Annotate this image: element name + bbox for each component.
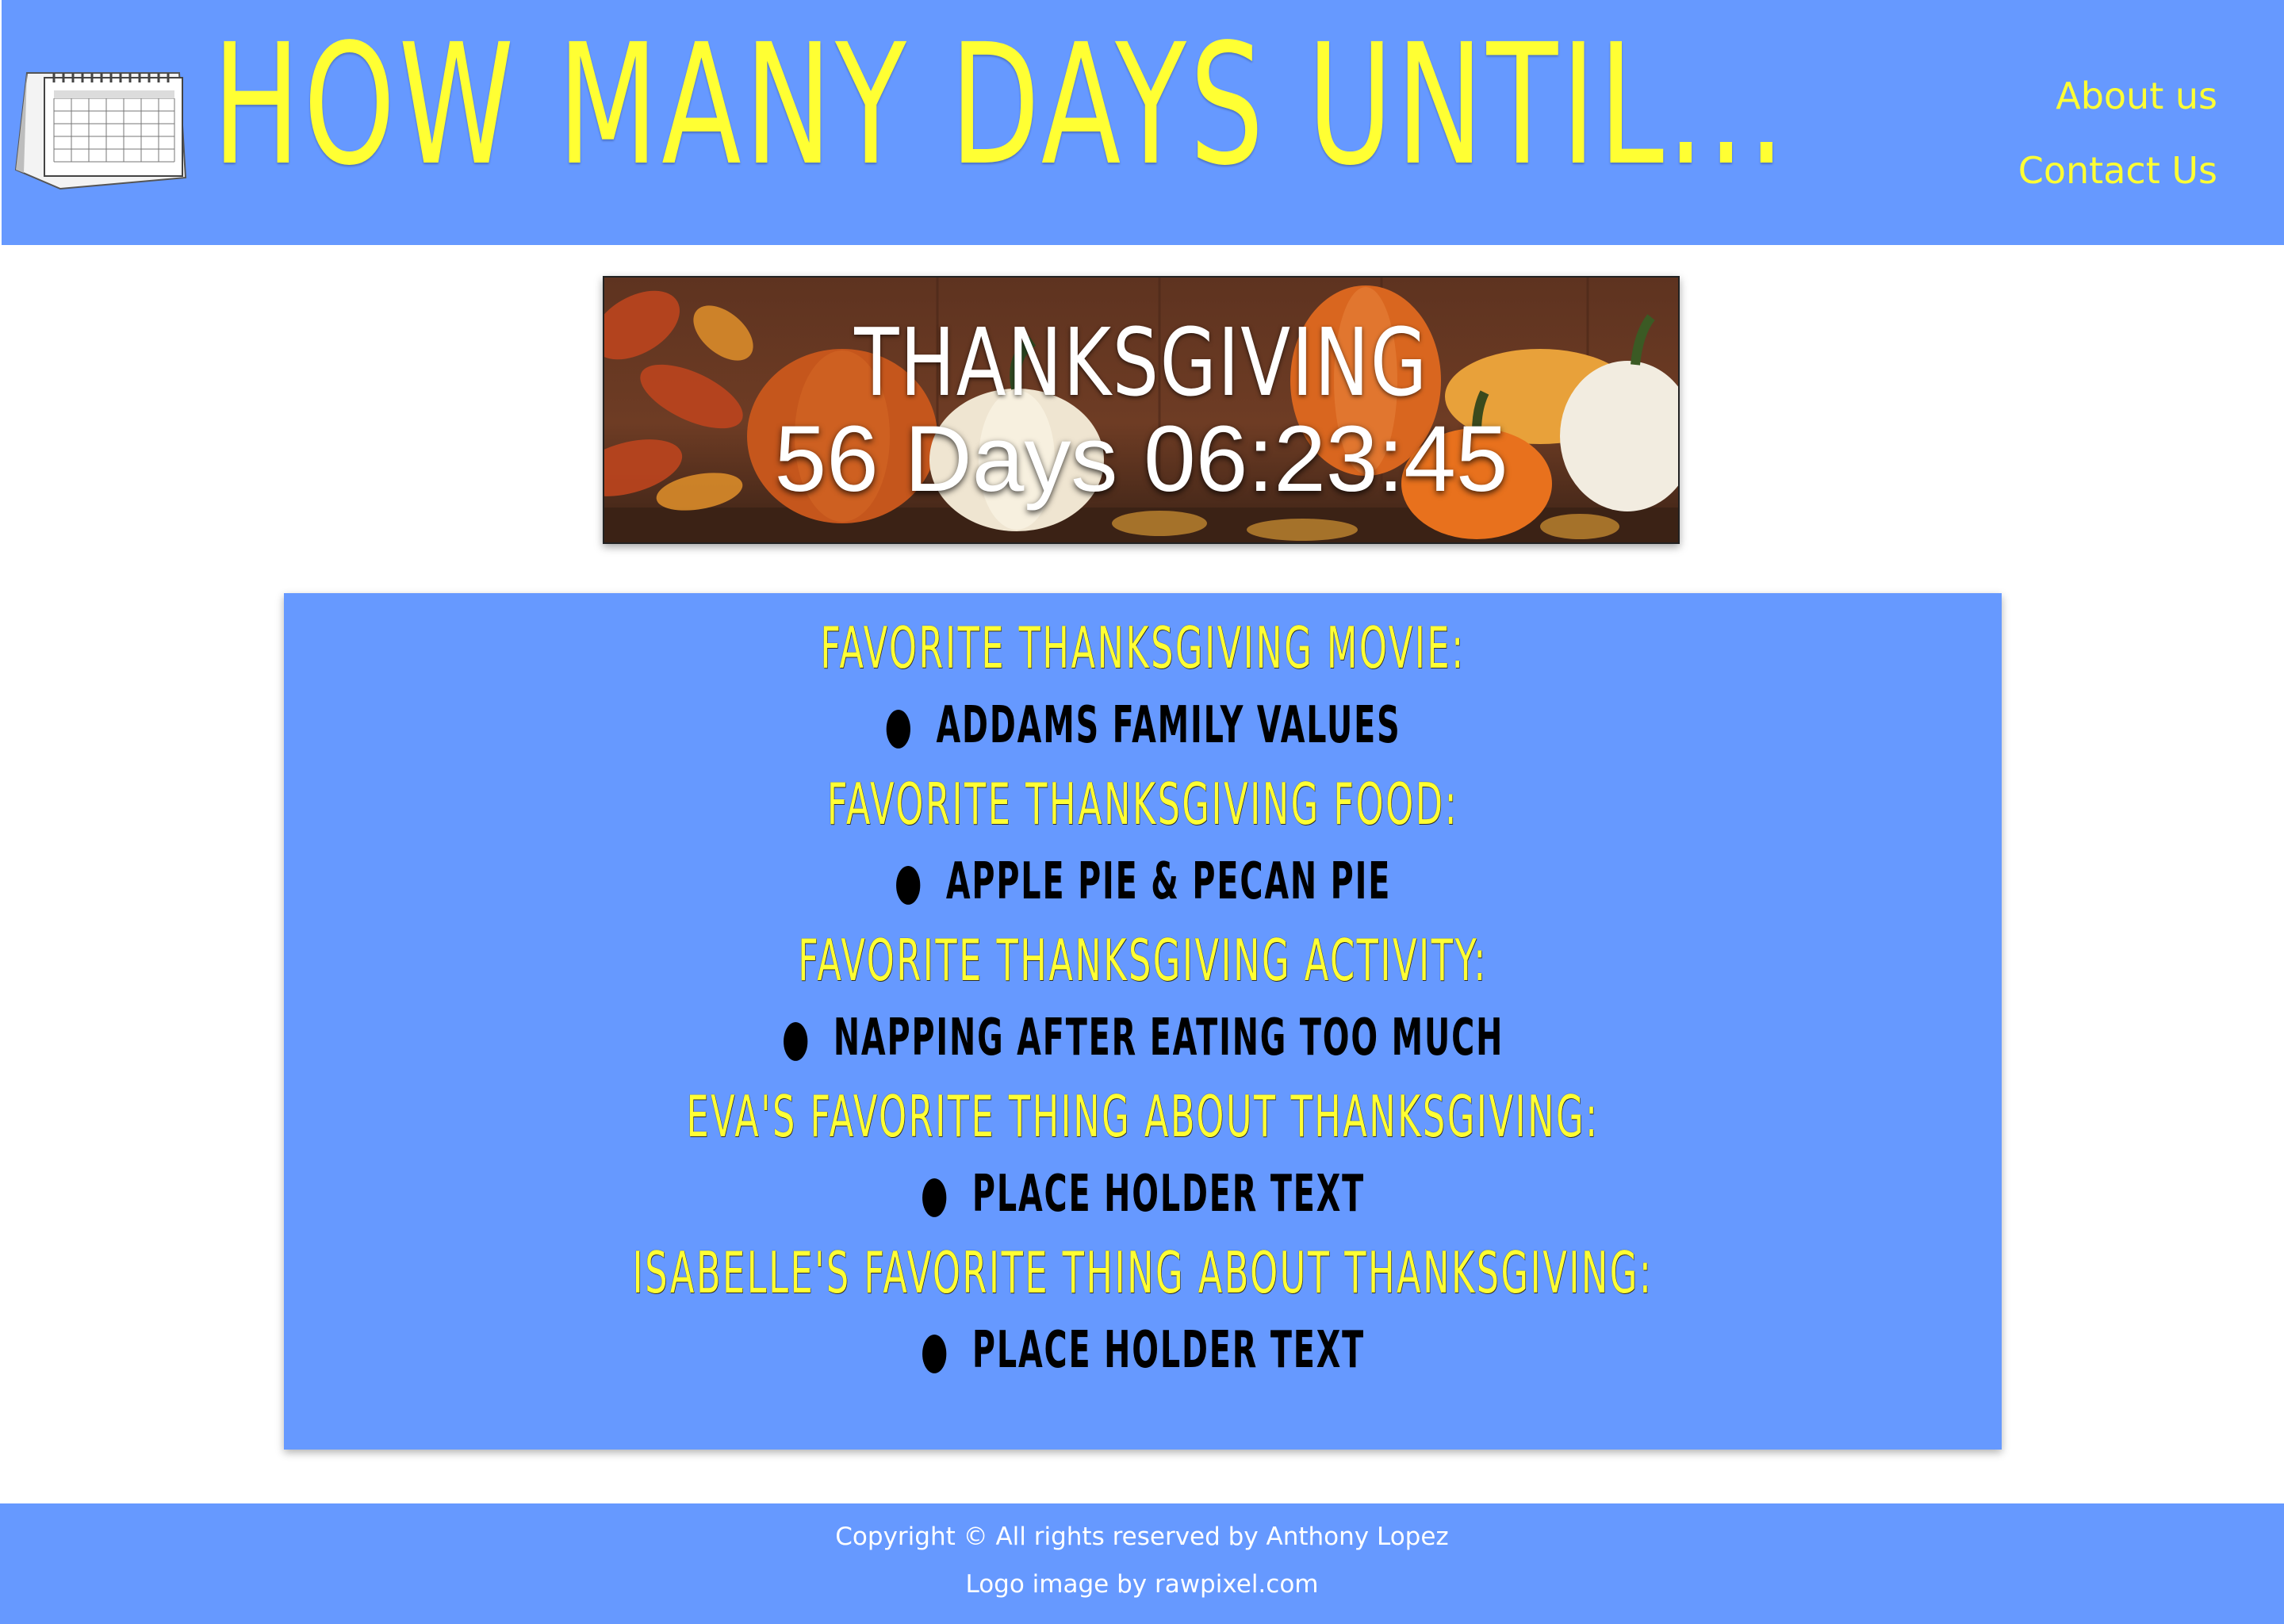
favorite-answer-text: Apple Pie & Pecan Pie: [945, 852, 1392, 911]
favorite-answer: ● Place holder text: [611, 1312, 1676, 1390]
bullet-icon: ●: [884, 696, 914, 755]
footer-logo-credit: Logo image by rawpixel.com: [965, 1570, 1319, 1599]
bullet-icon: ●: [894, 852, 924, 911]
nav-contact-us[interactable]: Contact Us: [2018, 133, 2217, 208]
favorite-heading: Eva's Favorite thing about Thanksgiving:: [686, 1083, 1600, 1150]
favorites-panel: Favorite Thanksgiving Movie: ● Addams Fam…: [284, 593, 2002, 1450]
favorite-heading: Favorite Thanksgiving Movie:: [820, 615, 1466, 681]
favorites-list: Favorite Thanksgiving Movie: ● Addams Fam…: [284, 609, 2002, 1390]
favorite-answer: ● Addams Family Values: [611, 687, 1676, 765]
nav-about-us[interactable]: About us: [2018, 59, 2217, 133]
site-footer: Copyright © All rights reserved by Antho…: [0, 1503, 2284, 1624]
favorite-answer: ● Napping after eating too much: [611, 999, 1676, 1078]
favorite-answer-text: Place holder text: [971, 1321, 1366, 1380]
countdown-timer: 56 Days 06:23:45: [774, 407, 1508, 511]
bullet-icon: ●: [920, 1321, 950, 1380]
footer-copyright: Copyright © All rights reserved by Antho…: [835, 1522, 1449, 1551]
favorite-activity-section: Favorite Thanksgiving Activity: ● Napping…: [284, 921, 2002, 1078]
site-header: HOW MANY DAYS UNTIL... About us Contact …: [2, 0, 2284, 245]
favorite-answer: ● Place holder text: [611, 1155, 1676, 1234]
favorite-answer-text: Place holder text: [971, 1165, 1366, 1224]
countdown-banner: THANKSGIVING 56 Days 06:23:45: [603, 276, 1680, 544]
main-nav: About us Contact Us: [2018, 59, 2217, 208]
calendar-icon[interactable]: [13, 49, 189, 190]
isabelle-favorite-section: Isabelle's Favorite thing about Thanksgi…: [284, 1234, 2002, 1390]
favorite-movie-section: Favorite Thanksgiving Movie: ● Addams Fam…: [284, 609, 2002, 765]
favorite-heading: Favorite Thanksgiving Activity:: [798, 927, 1488, 994]
favorite-food-section: Favorite Thanksgiving Food: ● Apple Pie &…: [284, 765, 2002, 921]
favorite-answer-text: Napping after eating too much: [833, 1009, 1504, 1067]
site-title: HOW MANY DAYS UNTIL...: [213, 8, 1788, 202]
favorite-answer-text: Addams Family Values: [936, 696, 1401, 755]
favorite-heading: Isabelle's Favorite thing about Thanksgi…: [632, 1239, 1654, 1306]
bullet-icon: ●: [781, 1009, 811, 1067]
eva-favorite-section: Eva's Favorite thing about Thanksgiving:…: [284, 1078, 2002, 1234]
bullet-icon: ●: [920, 1165, 950, 1224]
favorite-heading: Favorite Thanksgiving Food:: [826, 771, 1459, 837]
holiday-name: THANKSGIVING: [854, 308, 1428, 417]
favorite-answer: ● Apple Pie & Pecan Pie: [611, 843, 1676, 921]
